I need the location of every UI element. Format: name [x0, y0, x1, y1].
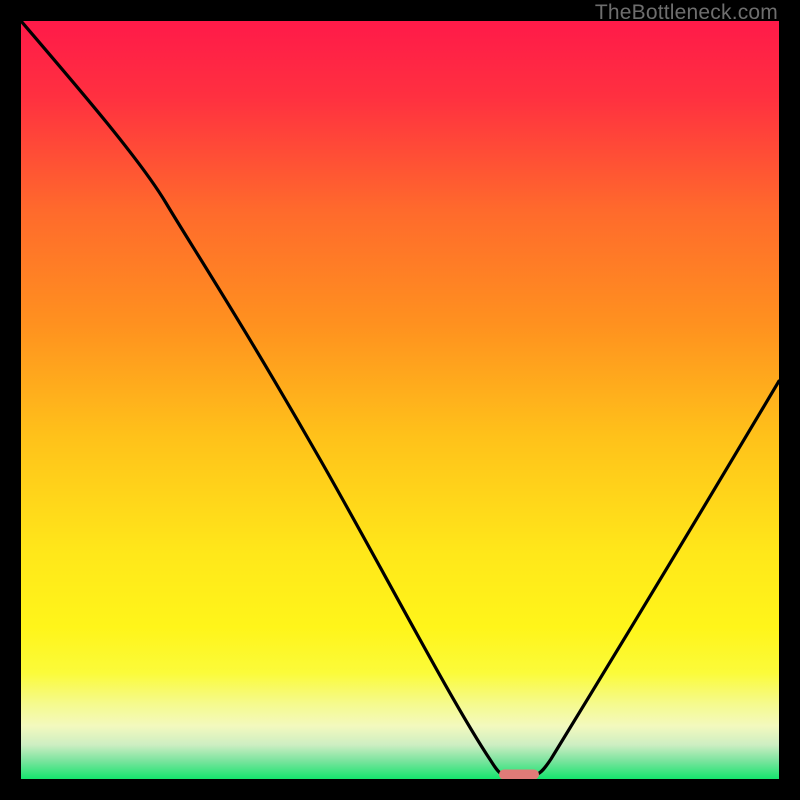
watermark-text: TheBottleneck.com — [595, 1, 778, 25]
bottleneck-curve — [21, 21, 779, 779]
plot-area — [21, 21, 779, 779]
chart-frame: TheBottleneck.com — [0, 0, 800, 800]
optimal-marker — [499, 770, 539, 780]
